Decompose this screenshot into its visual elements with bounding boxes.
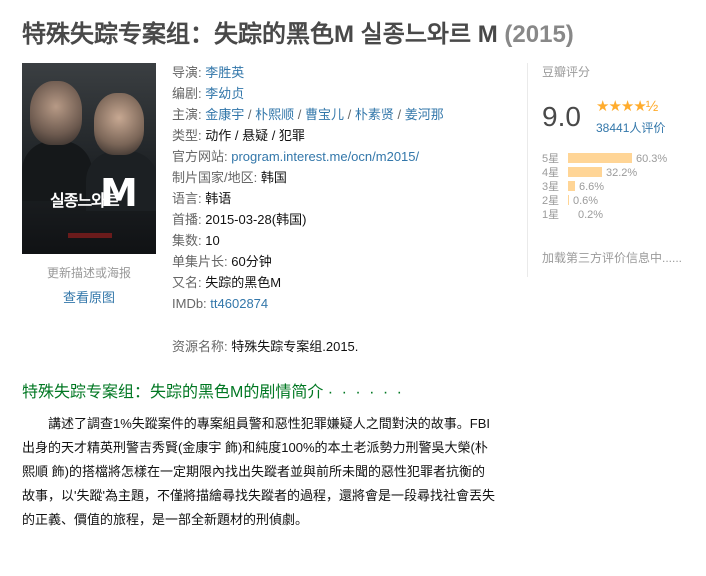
cast-link[interactable]: 朴熙顺 xyxy=(255,107,294,122)
genre-value: 动作 / 悬疑 / 犯罪 xyxy=(205,128,305,143)
rating-panel: 豆瓣评分 9.0 ★★★★½ 38441人评价 5星 60.3% 4星 32.2% … xyxy=(527,63,706,277)
site-label: 官方网站: xyxy=(172,149,228,164)
writer-link[interactable]: 李幼贞 xyxy=(205,86,244,101)
episodes-label: 集数: xyxy=(172,233,202,248)
info-panel: 导演: 李胜英 编剧: 李幼贞 主演: 金康宇 / 朴熙顺 / 曹宝儿 / 朴素… xyxy=(172,62,444,314)
episodes-row: 集数: 10 xyxy=(172,230,444,251)
third-party-loading: 加载第三方评价信息中...... xyxy=(542,251,683,265)
genre-row: 类型: 动作 / 悬疑 / 犯罪 xyxy=(172,125,444,146)
language-value: 韩语 xyxy=(205,191,232,206)
cast-row: 主演: 金康宇 / 朴熙顺 / 曹宝儿 / 朴素贤 / 姜河那 xyxy=(172,104,444,125)
rating-star-label: 1星 xyxy=(542,209,560,221)
poster-face-left xyxy=(30,81,82,145)
premiere-row: 首播: 2015-03-28(韩国) xyxy=(172,209,444,230)
summary-dots: · · · · · · xyxy=(327,384,404,401)
rating-stars-icon: ★★★★½ xyxy=(596,98,658,115)
language-label: 语言: xyxy=(172,191,202,206)
poster-image[interactable]: 실종느와르 M xyxy=(22,63,156,254)
site-row: 官方网站: program.interest.me/ocn/m2015/ xyxy=(172,146,444,167)
episodes-value: 10 xyxy=(205,233,220,248)
country-value: 韩国 xyxy=(260,170,287,185)
genre-label: 类型: xyxy=(172,128,202,143)
rating-header: 豆瓣评分 xyxy=(542,65,591,79)
title-main: 特殊失踪专案组：失踪的黑色M 실종느와르 M xyxy=(22,21,498,48)
summary-text: 講述了調查1%失蹤案件的專案組員警和惡性犯罪嫌疑人之間對決的故事。FBI出身的天… xyxy=(22,416,495,527)
language-row: 语言: 韩语 xyxy=(172,188,444,209)
rating-bar xyxy=(568,153,632,163)
cast-separator: / xyxy=(393,107,405,122)
update-poster-link[interactable]: 更新描述或海报 xyxy=(22,264,156,281)
cast-link[interactable]: 曹宝儿 xyxy=(305,107,344,122)
title-year: (2015) xyxy=(504,21,574,48)
rating-row-1: 1星 0.2% xyxy=(542,206,667,221)
rating-bar xyxy=(568,167,602,177)
country-row: 制片国家/地区: 韩国 xyxy=(172,167,444,188)
premiere-label: 首播: xyxy=(172,212,202,227)
director-link[interactable]: 李胜英 xyxy=(205,65,244,80)
aka-value: 失踪的黑色M xyxy=(205,275,282,290)
imdb-link[interactable]: tt4602874 xyxy=(210,296,268,311)
rating-row-2: 2星 0.6% xyxy=(542,192,667,207)
director-row: 导演: 李胜英 xyxy=(172,62,444,83)
rating-row-3: 3星 6.6% xyxy=(542,178,667,193)
rating-score: 9.0 xyxy=(542,101,581,132)
resource-label: 资源名称: xyxy=(172,339,228,354)
poster-logo-bar xyxy=(68,233,112,238)
rating-row-4: 4星 32.2% xyxy=(542,164,667,179)
aka-row: 又名: 失踪的黑色M xyxy=(172,272,444,293)
imdb-row: IMDb: tt4602874 xyxy=(172,293,444,314)
view-original-link[interactable]: 查看原图 xyxy=(22,287,156,306)
director-label: 导演: xyxy=(172,65,202,80)
resource-row: 资源名称: 特殊失踪专案组.2015. xyxy=(172,336,358,355)
premiere-value: 2015-03-28(韩国) xyxy=(205,212,307,227)
rating-distribution: 5星 60.3% 4星 32.2% 3星 6.6% 2星 0.6% 1星 0.2% xyxy=(542,150,667,221)
runtime-row: 单集片长: 60分钟 xyxy=(172,251,444,272)
runtime-label: 单集片长: xyxy=(172,254,228,269)
imdb-label: IMDb: xyxy=(172,296,207,311)
runtime-value: 60分钟 xyxy=(231,254,272,269)
official-site-link[interactable]: program.interest.me/ocn/m2015/ xyxy=(231,149,419,164)
page-title: 特殊失踪专案组：失踪的黑色M 실종느와르 M (2015) xyxy=(22,14,574,49)
cast-link[interactable]: 朴素贤 xyxy=(355,107,394,122)
resource-value: 特殊失踪专案组.2015. xyxy=(231,339,359,354)
aka-label: 又名: xyxy=(172,275,202,290)
rating-count-link[interactable]: 38441人评价 xyxy=(596,119,665,136)
writer-label: 编剧: xyxy=(172,86,202,101)
country-label: 制片国家/地区: xyxy=(172,170,258,185)
summary-heading-text: 特殊失踪专案组：失踪的黑色M的剧情简介 xyxy=(22,384,324,401)
poster-links: 更新描述或海报 查看原图 xyxy=(22,264,156,306)
rating-bar xyxy=(568,181,575,191)
cast-label: 主演: xyxy=(172,107,202,122)
cast-separator: / xyxy=(294,107,305,122)
cast-link[interactable]: 姜河那 xyxy=(405,107,444,122)
summary-heading: 特殊失踪专案组：失踪的黑色M的剧情简介 · · · · · · xyxy=(22,378,404,402)
rating-row-5: 5星 60.3% xyxy=(542,150,667,165)
cast-link[interactable]: 金康宇 xyxy=(205,107,244,122)
cast-separator: / xyxy=(244,107,256,122)
poster-face-right xyxy=(94,93,144,155)
writer-row: 编剧: 李幼贞 xyxy=(172,83,444,104)
cast-separator: / xyxy=(343,107,355,122)
rating-bar xyxy=(568,195,569,205)
rating-percent: 0.2% xyxy=(578,209,604,221)
poster-letter: M xyxy=(100,171,138,215)
